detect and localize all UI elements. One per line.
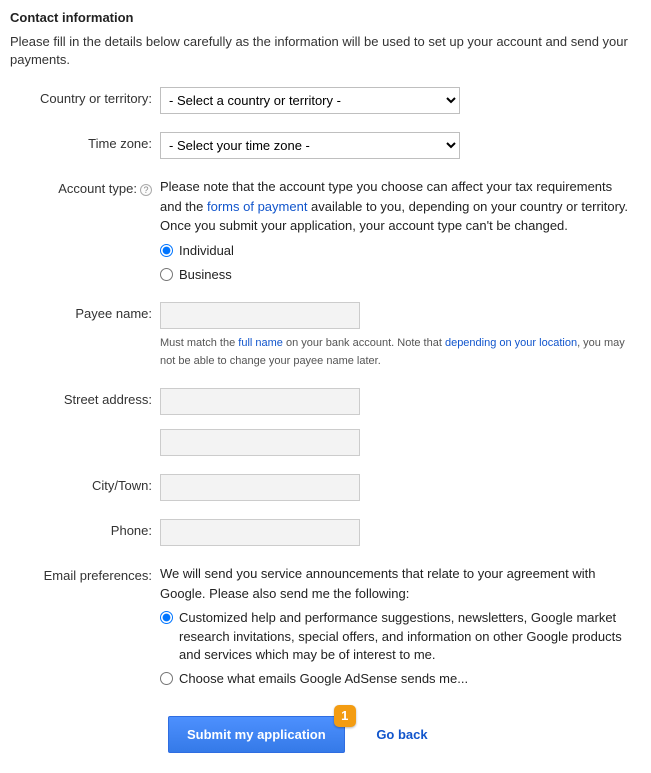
city-label: City/Town:	[10, 474, 160, 493]
email-pref-option-2[interactable]: Choose what emails Google AdSense sends …	[160, 670, 631, 688]
street-input-2[interactable]	[160, 429, 360, 456]
payee-label: Payee name:	[10, 302, 160, 321]
email-prefs-label: Email preferences:	[10, 564, 160, 583]
radio-business[interactable]	[160, 268, 173, 281]
phone-input[interactable]	[160, 519, 360, 546]
account-type-label: Account type:?	[10, 177, 160, 196]
timezone-label: Time zone:	[10, 132, 160, 151]
account-type-note: Please note that the account type you ch…	[160, 177, 631, 236]
step-badge: 1	[334, 705, 356, 727]
radio-email-1[interactable]	[160, 611, 173, 624]
phone-label: Phone:	[10, 519, 160, 538]
timezone-select[interactable]: - Select your time zone -	[160, 132, 460, 159]
country-label: Country or territory:	[10, 87, 160, 106]
submit-button[interactable]: Submit my application	[168, 716, 345, 753]
full-name-link[interactable]: full name	[238, 337, 283, 349]
forms-of-payment-link[interactable]: forms of payment	[207, 199, 307, 214]
radio-individual[interactable]	[160, 244, 173, 257]
account-type-business[interactable]: Business	[160, 266, 631, 284]
help-icon[interactable]: ?	[140, 184, 152, 196]
location-link[interactable]: depending on your location	[445, 337, 577, 349]
go-back-link[interactable]: Go back	[376, 727, 427, 742]
intro-text: Please fill in the details below careful…	[10, 33, 641, 69]
payee-hint: Must match the full name on your bank ac…	[160, 335, 631, 370]
radio-email-2[interactable]	[160, 672, 173, 685]
payee-input[interactable]	[160, 302, 360, 329]
email-prefs-intro: We will send you service announcements t…	[160, 564, 631, 603]
street-input-1[interactable]	[160, 388, 360, 415]
city-input[interactable]	[160, 474, 360, 501]
page-title: Contact information	[10, 10, 641, 25]
account-type-individual[interactable]: Individual	[160, 242, 631, 260]
street-label: Street address:	[10, 388, 160, 407]
email-pref-option-1[interactable]: Customized help and performance suggesti…	[160, 609, 631, 664]
country-select[interactable]: - Select a country or territory -	[160, 87, 460, 114]
